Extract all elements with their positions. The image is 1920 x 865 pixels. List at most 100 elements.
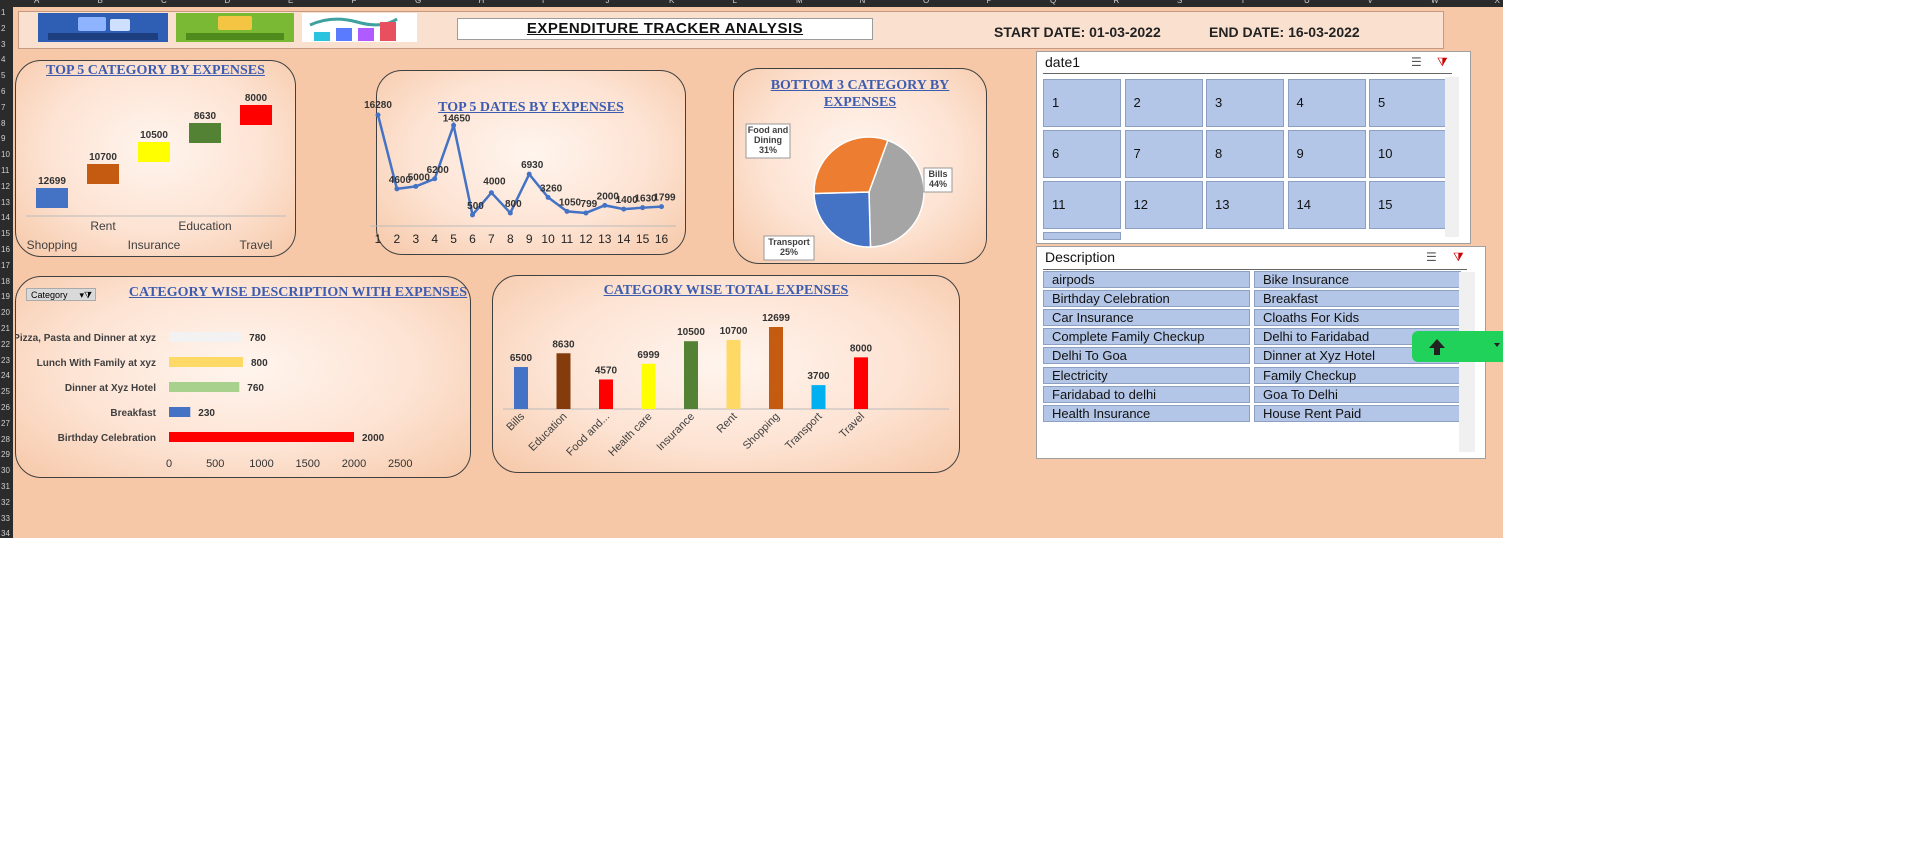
chart-logo[interactable]	[302, 13, 417, 42]
row-header[interactable]: 15	[1, 230, 10, 238]
description-slicer-item[interactable]: Faridabad to delhi	[1043, 385, 1250, 403]
description-slicer-item[interactable]: Complete Family Checkup	[1043, 328, 1250, 346]
bottom3-category-card[interactable]: BOTTOM 3 CATEGORY BY EXPENSES Bills 44% Tr…	[733, 68, 987, 264]
row-header[interactable]: 18	[1, 277, 10, 286]
column-header[interactable]: R	[1114, 0, 1120, 5]
row-header[interactable]: 23	[1, 356, 10, 365]
date-slicer-item[interactable]: 11	[1043, 181, 1121, 229]
go-back-button[interactable]	[1412, 331, 1503, 362]
description-slicer-item[interactable]: Delhi To Goa	[1043, 347, 1250, 365]
description-slicer-item[interactable]: Electricity	[1043, 366, 1250, 384]
date-slicer-item[interactable]: 8	[1206, 130, 1284, 178]
clear-filter-icon[interactable]: ⧩	[1453, 250, 1464, 265]
row-header[interactable]: 1	[1, 9, 5, 17]
date-slicer-item[interactable]: 4	[1287, 79, 1366, 127]
date-slicer-item[interactable]	[1043, 232, 1121, 240]
row-header[interactable]: 11	[1, 167, 9, 175]
column-header[interactable]: B	[98, 0, 103, 5]
date-slicer-item[interactable]: 9	[1287, 130, 1366, 178]
column-header[interactable]: U	[1304, 0, 1310, 5]
date-slicer-item[interactable]: 6	[1043, 130, 1121, 178]
description-slicer-item[interactable]: airpods	[1043, 271, 1250, 288]
row-header[interactable]: 7	[1, 103, 5, 112]
bottom3-category-pie[interactable]: Bills44% Transport25% Food andDining31%	[734, 69, 986, 263]
date-slicer-item[interactable]: 2	[1124, 79, 1203, 127]
date-slicer-item[interactable]: 5	[1369, 79, 1447, 127]
row-header[interactable]: 20	[1, 309, 10, 317]
row-header[interactable]: 33	[1, 514, 10, 523]
column-header[interactable]: M	[796, 0, 803, 5]
category-description-card[interactable]: CATEGORY WISE DESCRIPTION WITH EXPENSES …	[15, 276, 471, 478]
date-slicer-scrollbar[interactable]	[1445, 77, 1459, 237]
column-header[interactable]: X	[1495, 0, 1500, 5]
top5-category-chart[interactable]: 12699 10700 10500 8630 8000 Shopping Rent Insur…	[16, 61, 295, 256]
date-slicer-item[interactable]: 14	[1287, 181, 1366, 229]
date-slicer-item[interactable]: 12	[1124, 181, 1203, 229]
row-header[interactable]: 8	[1, 119, 5, 128]
row-header[interactable]: 2	[1, 24, 5, 33]
column-header[interactable]: K	[669, 0, 674, 5]
multi-select-icon[interactable]: ☰	[1426, 250, 1437, 264]
column-header[interactable]: P	[987, 0, 992, 5]
date-slicer-item[interactable]: 13	[1206, 181, 1284, 229]
date-slicer[interactable]: date1 ☰ ⧩ 1 2 3 4 5 6 7 8 9 10 11 12 13 14 15	[1036, 51, 1471, 244]
column-header[interactable]: W	[1431, 0, 1439, 5]
top5-dates-chart[interactable]: 1628014600250003620041465055006400078008…	[362, 70, 682, 260]
row-header[interactable]: 19	[1, 293, 10, 301]
column-header[interactable]: O	[923, 0, 929, 5]
column-header[interactable]: L	[733, 0, 737, 5]
description-slicer-item[interactable]: Bike Insurance	[1254, 271, 1461, 288]
row-header[interactable]: 17	[1, 261, 10, 270]
row-header[interactable]: 5	[1, 72, 5, 80]
column-header[interactable]: T	[1241, 0, 1246, 5]
income-logo[interactable]	[176, 13, 294, 42]
row-header[interactable]: 14	[1, 214, 10, 222]
column-header[interactable]: C	[161, 0, 167, 5]
description-slicer-item[interactable]: Birthday Celebration	[1043, 290, 1250, 308]
row-headers[interactable]: 1 2 3 4 5 6 7 8 9 10 11 12 13 14 15 16 17 18 19 20 21 22 23 24 2…	[0, 7, 13, 538]
row-header[interactable]: 31	[1, 483, 10, 491]
row-header[interactable]: 27	[1, 419, 10, 428]
date-slicer-item[interactable]: 3	[1206, 79, 1284, 127]
row-header[interactable]: 25	[1, 388, 10, 396]
multi-select-icon[interactable]: ☰	[1411, 55, 1422, 69]
row-header[interactable]: 13	[1, 198, 10, 207]
column-header[interactable]: G	[415, 0, 421, 5]
row-header[interactable]: 29	[1, 451, 10, 459]
date-slicer-item[interactable]: 1	[1043, 79, 1121, 127]
column-header[interactable]: V	[1368, 0, 1373, 5]
column-header[interactable]: N	[860, 0, 866, 5]
category-total-chart[interactable]: 6500 Bills 8630 Education 4570 Food and... 699…	[493, 276, 959, 472]
row-header[interactable]: 16	[1, 246, 10, 254]
description-slicer-item[interactable]: Cloaths For Kids	[1254, 309, 1461, 327]
description-slicer-item[interactable]: Breakfast	[1254, 290, 1461, 308]
row-header[interactable]: 34	[1, 530, 10, 538]
top5-category-card[interactable]: TOP 5 CATEGORY BY EXPENSES 12699 10700 105…	[15, 60, 296, 257]
row-header[interactable]: 3	[1, 40, 5, 49]
row-header[interactable]: 4	[1, 56, 5, 64]
expense-logo[interactable]	[38, 13, 168, 42]
column-header[interactable]: F	[352, 0, 357, 5]
row-header[interactable]: 12	[1, 182, 10, 191]
row-header[interactable]: 6	[1, 88, 5, 96]
column-header[interactable]: H	[479, 0, 485, 5]
date-slicer-item[interactable]: 15	[1369, 181, 1447, 229]
row-header[interactable]: 30	[1, 467, 10, 475]
column-headers[interactable]: A B C D E F G H I J K L M N O P Q R S T U V W X	[0, 0, 1503, 7]
description-slicer-item[interactable]: Health Insurance	[1043, 404, 1250, 422]
row-header[interactable]: 24	[1, 372, 10, 380]
row-header[interactable]: 21	[1, 325, 10, 333]
description-slicer-item[interactable]: Goa To Delhi	[1254, 385, 1461, 403]
row-header[interactable]: 10	[1, 151, 10, 159]
column-header[interactable]: Q	[1050, 0, 1056, 5]
row-header[interactable]: 22	[1, 340, 10, 349]
date-slicer-item[interactable]: 10	[1369, 130, 1447, 178]
column-header[interactable]: A	[34, 0, 39, 5]
column-header[interactable]: S	[1177, 0, 1182, 5]
description-slicer-item[interactable]: House Rent Paid	[1254, 404, 1461, 422]
column-header[interactable]: D	[225, 0, 231, 5]
column-header[interactable]: J	[606, 0, 610, 5]
description-slicer-item[interactable]: Family Checkup	[1254, 366, 1461, 384]
description-slicer-item[interactable]: Car Insurance	[1043, 309, 1250, 327]
clear-filter-icon[interactable]: ⧩	[1437, 55, 1448, 70]
